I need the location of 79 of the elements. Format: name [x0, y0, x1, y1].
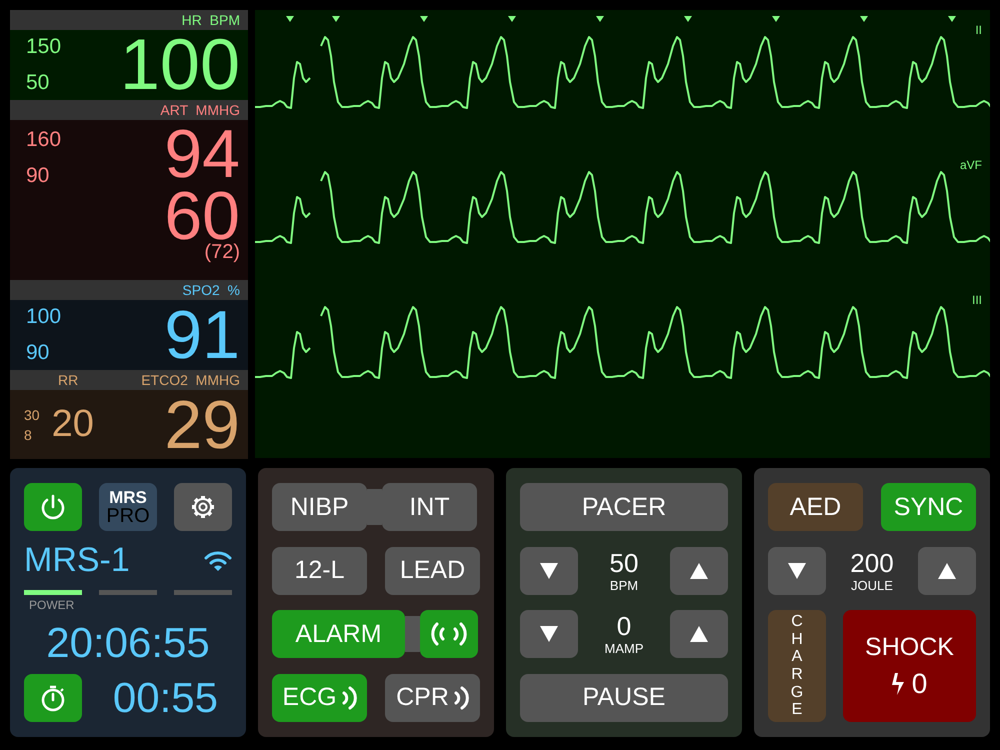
timer: 00:55: [112, 674, 218, 722]
up-triangle-icon: [690, 562, 708, 579]
vital-label: SPO2 %: [182, 282, 240, 298]
increase-button[interactable]: [918, 546, 976, 594]
charge-button[interactable]: CHARGE: [768, 610, 826, 722]
mean-value: (72): [204, 242, 240, 262]
diastolic-value: 60: [164, 182, 240, 244]
sound-waves-icon: [452, 684, 469, 711]
alarm-limit-low: 90: [26, 341, 50, 365]
toggle-connector: [405, 616, 420, 652]
int-button[interactable]: INT: [382, 483, 477, 531]
beat-marker-icon: [684, 16, 692, 22]
shock-button[interactable]: SHOCK 0: [843, 610, 976, 722]
vital-label: ETCO2 MMHG: [141, 372, 240, 388]
energy-value: 200: [850, 550, 894, 576]
alarm-limit-high: 160: [26, 128, 62, 152]
lead-label: III: [972, 293, 982, 307]
down-triangle-icon: [540, 562, 558, 579]
vital-label: ART MMHG: [160, 102, 240, 118]
vital-value: 100: [120, 29, 240, 101]
pause-button[interactable]: PAUSE: [520, 674, 728, 722]
lead-label: II: [975, 23, 982, 37]
alarm-limit-low: 8: [24, 426, 33, 442]
beat-marker-icon: [948, 16, 956, 22]
timer-button[interactable]: [24, 674, 82, 722]
logo-text: MRS: [109, 488, 147, 506]
vital-value: 91: [164, 301, 240, 369]
beat-marker-icon: [332, 16, 340, 22]
nibp-button[interactable]: NIBP: [272, 483, 367, 531]
vital-label: RR: [58, 372, 78, 388]
cpr-sound-button[interactable]: CPR: [385, 674, 480, 722]
pacer-current: 0: [616, 613, 632, 640]
indicator-label: POWER: [29, 598, 76, 612]
unit-label: JOULE: [851, 578, 893, 592]
up-triangle-icon: [690, 626, 708, 642]
vital-value: 29: [164, 390, 240, 458]
beat-marker-icon: [508, 16, 516, 22]
alarm-sound-button[interactable]: [420, 610, 478, 658]
twelve-lead-button[interactable]: 12-L: [272, 546, 367, 595]
unit-label: MAMP: [604, 642, 644, 656]
clock: 20:06:55: [45, 622, 211, 664]
down-triangle-icon: [540, 626, 558, 642]
wifi-icon: [204, 550, 232, 572]
unit-label: BPM: [610, 578, 638, 592]
decrease-button[interactable]: [520, 546, 578, 595]
down-triangle-icon: [788, 562, 806, 578]
lead-button[interactable]: LEAD: [385, 546, 480, 595]
alarm-limit-high: 150: [26, 35, 62, 59]
pacer-rate: 50: [610, 550, 638, 576]
beat-marker-icon: [860, 16, 868, 22]
vital-label: HR BPM: [182, 12, 240, 28]
ecg-sound-button[interactable]: ECG: [272, 674, 367, 722]
aed-button[interactable]: AED: [768, 483, 863, 531]
alarm-limit-low: 90: [26, 164, 50, 188]
alarm-limit-high: 100: [26, 305, 62, 329]
lead-label: aVF: [960, 158, 982, 172]
settings-button[interactable]: [174, 483, 232, 531]
beat-marker-icon: [596, 16, 604, 22]
beat-marker-icon: [772, 16, 780, 22]
logo-text: PRO: [106, 506, 150, 526]
settings-icon: [189, 493, 217, 521]
up-triangle-icon: [938, 562, 956, 578]
beat-marker-icon: [420, 16, 428, 22]
lightning-icon: [892, 672, 906, 694]
decrease-button[interactable]: [768, 546, 826, 594]
sound-waves-icon: [340, 684, 357, 711]
beat-marker-icon: [286, 16, 294, 22]
alarm-button[interactable]: ALARM: [272, 610, 405, 658]
decrease-button[interactable]: [520, 610, 578, 658]
device-name: MRS-1: [24, 541, 130, 580]
alarm-limit-low: 50: [26, 71, 50, 95]
alarm-limit-high: 30: [24, 406, 40, 422]
increase-button[interactable]: [670, 546, 728, 595]
power-button[interactable]: [24, 483, 82, 531]
systolic-value: 94: [164, 120, 240, 182]
sync-button[interactable]: SYNC: [881, 483, 976, 531]
respiration-rate: 20: [52, 403, 94, 446]
pacer-button[interactable]: PACER: [520, 483, 728, 531]
increase-button[interactable]: [670, 610, 728, 658]
